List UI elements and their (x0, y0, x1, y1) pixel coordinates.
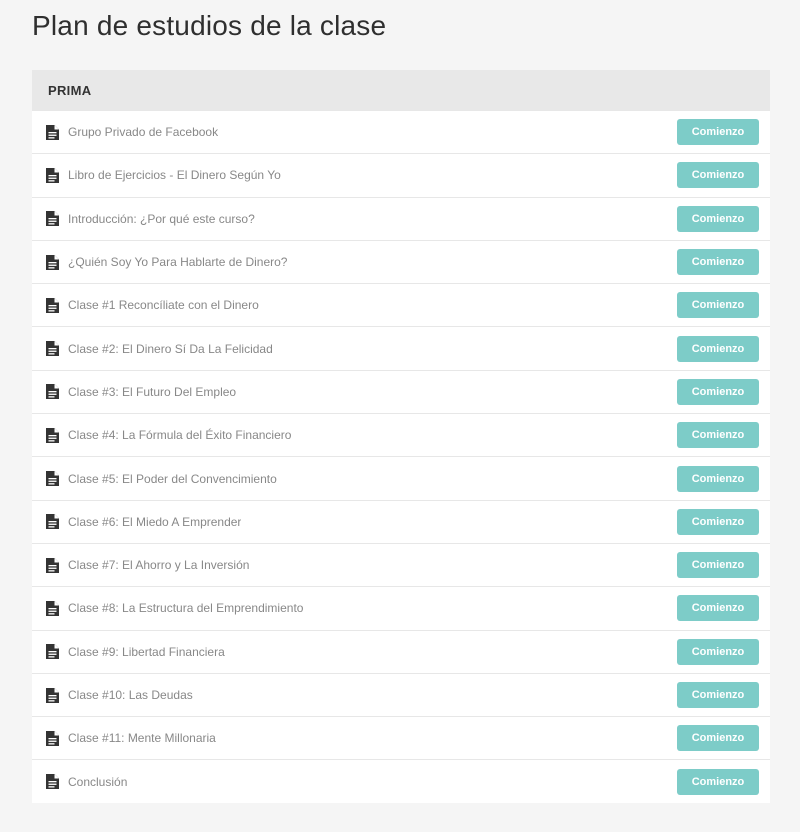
lecture-row[interactable]: Clase #9: Libertad Financiera Comienzo (32, 629, 770, 673)
document-icon (46, 514, 59, 530)
lecture-row[interactable]: Clase #11: Mente Millonaria Comienzo (32, 716, 770, 760)
start-button[interactable]: Comienzo (677, 638, 759, 665)
start-button[interactable]: Comienzo (677, 249, 759, 276)
start-button[interactable]: Comienzo (677, 552, 759, 579)
start-button[interactable]: Comienzo (677, 292, 759, 319)
lecture-info: Conclusión (46, 774, 128, 790)
lecture-info: Clase #4: La Fórmula del Éxito Financier… (46, 427, 292, 443)
lecture-info: Libro de Ejercicios - El Dinero Según Yo (46, 167, 281, 183)
lecture-info: Clase #2: El Dinero Sí Da La Felicidad (46, 341, 273, 357)
document-icon (46, 644, 59, 660)
start-button[interactable]: Comienzo (677, 422, 759, 449)
lecture-title: Clase #1 Reconcíliate con el Dinero (68, 298, 259, 313)
start-button[interactable]: Comienzo (677, 465, 759, 492)
start-button[interactable]: Comienzo (677, 335, 759, 362)
document-icon (46, 211, 59, 227)
lecture-info: Clase #7: El Ahorro y La Inversión (46, 557, 250, 573)
course-curriculum-page: Plan de estudios de la clase PRIMA Grupo… (0, 0, 800, 832)
lecture-row[interactable]: ¿Quién Soy Yo Para Hablarte de Dinero? C… (32, 239, 770, 284)
lecture-title: Clase #11: Mente Millonaria (68, 731, 216, 746)
curriculum-section: PRIMA Grupo Privado de Facebook Comienzo (32, 70, 770, 803)
start-button[interactable]: Comienzo (677, 162, 759, 189)
start-button[interactable]: Comienzo (677, 378, 759, 405)
start-button[interactable]: Comienzo (677, 508, 759, 535)
lecture-info: Clase #1 Reconcíliate con el Dinero (46, 297, 259, 313)
lecture-info: Clase #9: Libertad Financiera (46, 644, 225, 660)
start-button[interactable]: Comienzo (677, 205, 759, 232)
lecture-title: Libro de Ejercicios - El Dinero Según Yo (68, 168, 281, 183)
document-icon (46, 167, 59, 183)
lecture-row[interactable]: Clase #10: Las Deudas Comienzo (32, 672, 770, 717)
lecture-info: Clase #3: El Futuro Del Empleo (46, 384, 237, 400)
lecture-list: Grupo Privado de Facebook Comienzo Libro… (32, 110, 770, 803)
document-icon (46, 297, 59, 313)
lecture-row[interactable]: Clase #2: El Dinero Sí Da La Felicidad C… (32, 326, 770, 370)
lecture-info: Clase #11: Mente Millonaria (46, 730, 216, 746)
lecture-title: Conclusión (68, 774, 128, 789)
start-button[interactable]: Comienzo (677, 768, 759, 795)
lecture-info: ¿Quién Soy Yo Para Hablarte de Dinero? (46, 254, 288, 270)
start-button[interactable]: Comienzo (677, 119, 759, 146)
lecture-row[interactable]: Clase #3: El Futuro Del Empleo Comienzo (32, 369, 770, 414)
lecture-title: Clase #9: Libertad Financiera (68, 644, 225, 659)
document-icon (46, 600, 59, 616)
lecture-row[interactable]: Libro de Ejercicios - El Dinero Según Yo… (32, 153, 770, 197)
start-button[interactable]: Comienzo (677, 595, 759, 622)
lecture-row[interactable]: Grupo Privado de Facebook Comienzo (32, 110, 770, 154)
document-icon (46, 341, 59, 357)
lecture-title: Clase #2: El Dinero Sí Da La Felicidad (68, 341, 273, 356)
start-button[interactable]: Comienzo (677, 682, 759, 708)
document-icon (46, 774, 59, 790)
document-icon (46, 427, 59, 443)
lecture-row[interactable]: Clase #1 Reconcíliate con el Dinero Comi… (32, 283, 770, 327)
section-title: PRIMA (48, 82, 92, 98)
lecture-title: Clase #3: El Futuro Del Empleo (68, 384, 237, 399)
lecture-title: Grupo Privado de Facebook (68, 125, 219, 140)
lecture-title: Clase #6: El Miedo A Emprender (68, 514, 242, 529)
lecture-title: Clase #10: Las Deudas (68, 688, 193, 702)
lecture-info: Clase #8: La Estructura del Emprendimien… (46, 600, 304, 616)
start-button[interactable]: Comienzo (677, 725, 759, 752)
lecture-info: Introducción: ¿Por qué este curso? (46, 211, 255, 227)
page-title: Plan de estudios de la clase (32, 10, 387, 41)
document-icon (46, 124, 59, 140)
lecture-title: Introducción: ¿Por qué este curso? (68, 211, 255, 226)
document-icon (46, 730, 59, 746)
lecture-row[interactable]: Clase #4: La Fórmula del Éxito Financier… (32, 413, 770, 457)
lecture-row[interactable]: Clase #7: El Ahorro y La Inversión Comie… (32, 542, 770, 587)
document-icon (46, 254, 59, 270)
document-icon (46, 471, 59, 487)
document-icon (46, 557, 59, 573)
lecture-info: Clase #10: Las Deudas (46, 687, 193, 703)
lecture-row[interactable]: Clase #5: El Poder del Convencimiento Co… (32, 456, 770, 500)
lecture-info: Grupo Privado de Facebook (46, 124, 219, 140)
lecture-row[interactable]: Introducción: ¿Por qué este curso? Comie… (32, 196, 770, 240)
lecture-info: Clase #5: El Poder del Convencimiento (46, 471, 277, 487)
lecture-title: ¿Quién Soy Yo Para Hablarte de Dinero? (68, 255, 288, 270)
document-icon (46, 687, 59, 703)
lecture-title: Clase #4: La Fórmula del Éxito Financier… (68, 428, 292, 443)
lecture-info: Clase #6: El Miedo A Emprender (46, 514, 242, 530)
lecture-row[interactable]: Clase #6: El Miedo A Emprender Comienzo (32, 499, 770, 543)
lecture-title: Clase #7: El Ahorro y La Inversión (68, 558, 250, 573)
lecture-row[interactable]: Conclusión Comienzo (32, 759, 770, 803)
lecture-title: Clase #5: El Poder del Convencimiento (68, 471, 277, 486)
section-header: PRIMA (32, 70, 770, 110)
lecture-row[interactable]: Clase #8: La Estructura del Emprendimien… (32, 586, 770, 630)
lecture-title: Clase #8: La Estructura del Emprendimien… (68, 601, 304, 616)
document-icon (46, 384, 59, 400)
